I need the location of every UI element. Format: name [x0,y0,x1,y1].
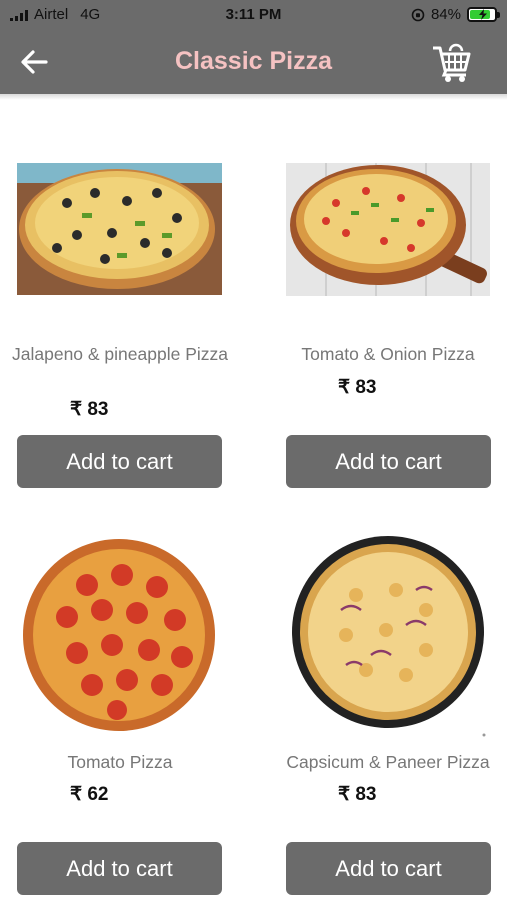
charging-bolt-icon [479,9,487,20]
product-name: Tomato & Onion Pizza [301,344,475,364]
product-price: ₹ 83 [70,399,109,420]
shopping-cart-icon [433,43,471,82]
product-name: Capsicum & Paneer Pizza [286,752,490,772]
orientation-lock-icon [411,8,425,21]
add-to-cart-button[interactable]: Add to cart [286,435,491,488]
add-to-cart-button[interactable]: Add to cart [286,842,491,895]
product-price: ₹ 62 [70,784,109,805]
add-to-cart-button[interactable]: Add to cart [17,842,222,895]
pizza-image [17,163,222,295]
product-name: Jalapeno & pineapple Pizza [12,344,228,364]
status-bar: Airtel 4G 3:11 PM 84% [0,0,507,30]
pizza-image [286,535,490,745]
app-bar: Classic Pizza [0,30,507,94]
product-name: Tomato Pizza [67,752,173,772]
product-price: ₹ 83 [338,784,377,805]
battery-percent: 84% [430,6,461,23]
battery-info: 84% [411,6,500,23]
app-bar-shadow [0,94,507,100]
product-price: ₹ 83 [338,377,377,398]
battery-icon [467,7,500,22]
add-to-cart-button[interactable]: Add to cart [17,435,222,488]
cart-button[interactable] [431,42,473,84]
pizza-image [286,163,490,296]
pizza-image [17,535,222,745]
